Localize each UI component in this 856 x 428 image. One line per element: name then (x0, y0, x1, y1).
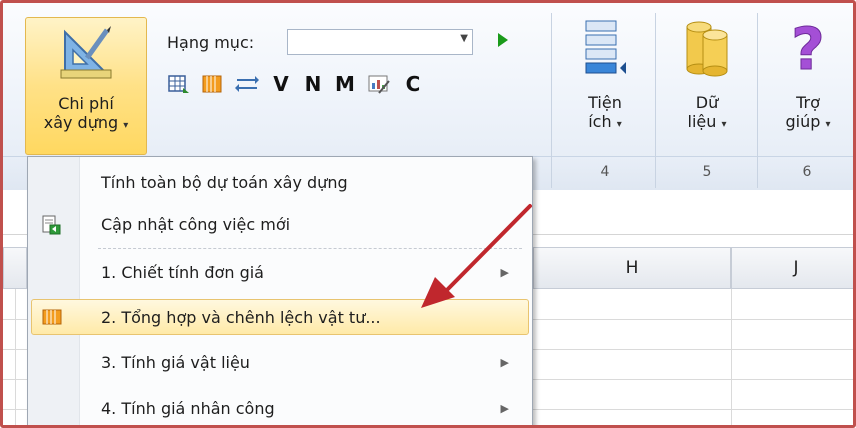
swap-arrows-icon[interactable] (235, 73, 259, 95)
menu-separator (98, 248, 522, 249)
ribbon-separator (655, 13, 656, 188)
toolbar-v-button[interactable]: V (271, 72, 291, 96)
help-question-icon: ? (791, 15, 826, 84)
toolbar-n-button[interactable]: N (303, 72, 323, 96)
menu-item-tinh-gia-nhan-cong[interactable]: 4. Tính giá nhân công ▶ (31, 391, 529, 425)
submenu-arrow-icon: ▶ (500, 402, 509, 415)
chevron-down-icon[interactable]: ▼ (460, 33, 468, 44)
orange-columns-icon (42, 309, 62, 325)
tien-ich-label-2: ích ▾ (563, 112, 647, 134)
svg-text:?: ? (791, 17, 825, 77)
tien-ich-label-2-text: ích (588, 112, 612, 131)
main-button-label-2: xây dựng ▾ (26, 113, 146, 135)
list-utility-icon (585, 20, 626, 74)
main-button-label-2-text: xây dựng (43, 113, 119, 132)
du-lieu-button[interactable]: Dữ liệu ▾ (665, 17, 749, 153)
tro-giup-button[interactable]: ? Trợ giúp ▾ (767, 15, 849, 153)
orange-columns-icon[interactable] (201, 73, 223, 95)
ribbon-separator (551, 13, 552, 188)
tro-giup-label-2: giúp ▾ (767, 112, 849, 134)
toolbar-c-button[interactable]: C (403, 72, 423, 96)
chevron-down-icon: ▾ (825, 119, 831, 130)
du-lieu-label-2: liệu ▾ (665, 112, 749, 134)
chevron-down-icon: ▾ (123, 120, 129, 131)
submenu-arrow-icon: ▶ (500, 266, 509, 279)
play-icon[interactable] (498, 33, 508, 47)
menu-item-label: 4. Tính giá nhân công (101, 399, 275, 418)
tien-ich-button[interactable]: Tiện ích ▾ (563, 17, 647, 153)
column-header-left[interactable] (3, 247, 27, 289)
menu-item-label: 3. Tính giá vật liệu (101, 353, 250, 372)
hang-muc-combobox[interactable]: ▼ (287, 29, 473, 55)
tro-giup-label-1: Trợ (796, 93, 820, 112)
database-icon (686, 21, 728, 77)
update-document-icon (42, 215, 61, 235)
menu-item-label: Cập nhật công việc mới (101, 215, 291, 234)
chi-phi-xay-dung-button[interactable]: Chi phí xây dựng ▾ (25, 17, 147, 155)
du-lieu-label-1: Dữ (695, 93, 719, 112)
grid-col-line (731, 289, 732, 425)
menu-item-label: 1. Chiết tính đơn giá (101, 263, 264, 282)
group-number-5: 5 (702, 164, 712, 180)
menu-item-tinh-gia-vat-lieu[interactable]: 3. Tính giá vật liệu ▶ (31, 345, 529, 381)
window-frame: Chi phí xây dựng ▾ Hạng mục: ▼ V N M C T… (0, 0, 856, 428)
tro-giup-label-2-text: giúp (785, 112, 821, 131)
chevron-down-icon: ▾ (721, 119, 727, 130)
menu-item-label: Tính toàn bộ dự toán xây dựng (101, 173, 348, 192)
column-header-j[interactable]: J (731, 247, 853, 289)
grid-col-line (15, 289, 16, 425)
small-toolbar: V N M C (167, 69, 423, 99)
main-button-label-1: Chi phí (58, 94, 114, 113)
toolbar-m-button[interactable]: M (335, 72, 355, 96)
group-number-6: 6 (802, 164, 812, 180)
menu-item-tinh-toan-bo[interactable]: Tính toàn bộ dự toán xây dựng (31, 165, 529, 201)
menu-item-tong-hop[interactable]: 2. Tổng hợp và chênh lệch vật tư... (31, 299, 529, 335)
ribbon-separator (757, 13, 758, 188)
table-grid-icon[interactable] (167, 73, 189, 95)
menu-item-cap-nhat[interactable]: Cập nhật công việc mới (31, 207, 529, 243)
submenu-arrow-icon: ▶ (500, 356, 509, 369)
menu-item-chiet-tinh[interactable]: 1. Chiết tính đơn giá ▶ (31, 255, 529, 291)
group-number-4: 4 (600, 164, 610, 180)
ruler-triangle-icon (60, 26, 112, 79)
du-lieu-label-2-text: liệu (687, 112, 717, 131)
chi-phi-dropdown-menu: Tính toàn bộ dự toán xây dựng Cập nhật c… (27, 156, 533, 425)
menu-item-label: 2. Tổng hợp và chênh lệch vật tư... (101, 308, 381, 327)
tien-ich-label-1: Tiện (588, 93, 622, 112)
chart-edit-icon[interactable] (367, 73, 391, 95)
column-header-h[interactable]: H (533, 247, 731, 289)
hang-muc-label: Hạng mục: (167, 33, 255, 52)
chevron-down-icon: ▾ (616, 119, 622, 130)
